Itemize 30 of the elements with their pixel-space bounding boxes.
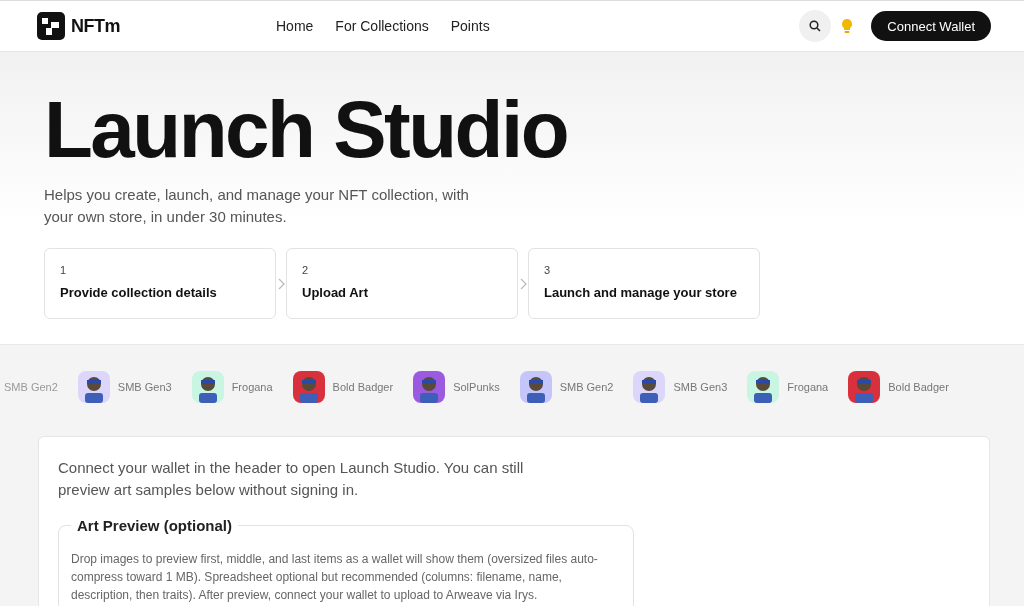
chevron-icon xyxy=(276,277,286,290)
collection-name: SolPunks xyxy=(453,380,500,393)
collection-name: SMB Gen3 xyxy=(117,380,172,393)
collection-name: Bold Badger xyxy=(888,380,949,393)
collection-name: Bold Badger xyxy=(332,380,394,393)
nav-link[interactable]: Points xyxy=(450,18,490,34)
brand-name: NFTm xyxy=(71,15,120,37)
page-title: Launch Studio xyxy=(44,88,568,172)
collection-name: SMB Gen3 xyxy=(673,380,728,393)
step-label: Launch and manage your store xyxy=(544,285,738,300)
collection-name: SMB Gen2 xyxy=(559,380,614,393)
chevron-icon xyxy=(518,277,528,290)
search-button[interactable] xyxy=(799,10,832,42)
nav-link[interactable]: For Collections xyxy=(335,18,429,34)
step-number: 1 xyxy=(60,264,68,276)
collection-name: Frogana xyxy=(787,380,829,393)
nav-link[interactable]: Home xyxy=(276,18,314,34)
step-label: Provide collection details xyxy=(60,285,218,300)
search-icon xyxy=(809,20,822,32)
step-label: Upload Art xyxy=(302,285,369,300)
notice-text: Connect your wallet in the header to open Launch Studio. You can still preview art samples below without signing in. xyxy=(58,458,525,500)
panel-description: Drop images to preview first, middle, and last items as a wallet will show them (oversized files auto-compress toward 1 MB). Spreadsheet optional but recommended (columns: filename, name, description, then traits). After preview, connect your wallet to upload to Arweave via Irys. xyxy=(71,551,599,604)
step-number: 3 xyxy=(544,264,552,276)
connect-wallet-button[interactable]: Connect Wallet xyxy=(871,11,991,41)
step-number: 2 xyxy=(302,264,310,276)
subtitle: Helps you create, launch, and manage your NFT collection, with your own store, in under 30 minutes. xyxy=(44,185,470,227)
collection-name: Frogana xyxy=(231,380,273,393)
logo-icon xyxy=(37,12,65,40)
collection-name: SMB Gen2 xyxy=(4,380,58,393)
panel-title: Art Preview (optional) xyxy=(71,517,239,534)
